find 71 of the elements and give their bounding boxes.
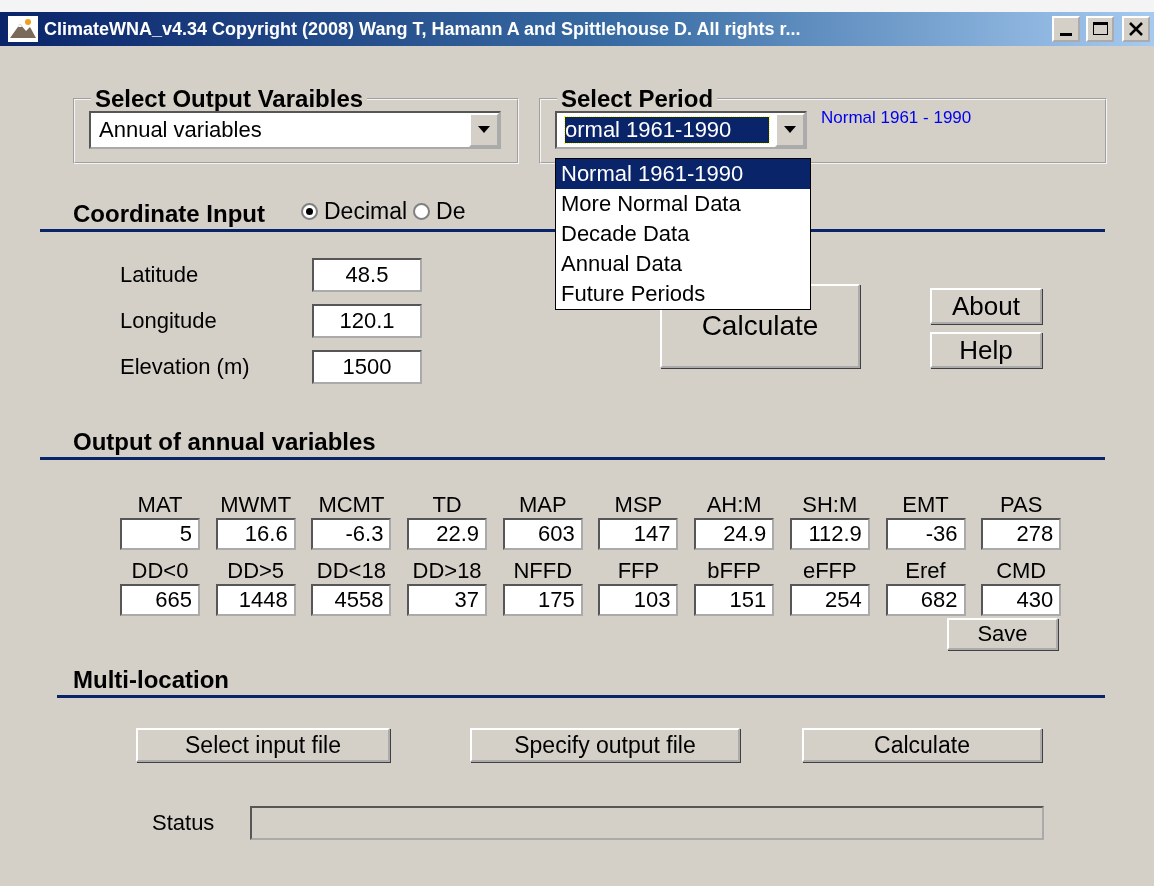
maximize-icon[interactable] xyxy=(1086,16,1114,42)
coordinate-field[interactable]: 120.1 xyxy=(312,304,422,338)
variable-label: TD xyxy=(432,492,462,518)
variable-label: bFFP xyxy=(707,558,761,584)
coordinate-field[interactable]: 1500 xyxy=(312,350,422,384)
section-heading: Multi-location xyxy=(72,666,229,694)
field-label: Longitude xyxy=(120,308,218,334)
variable-field[interactable]: 1448 xyxy=(215,584,296,616)
variable-field[interactable]: 22.9 xyxy=(407,518,488,550)
section-heading: Output of annual variables xyxy=(72,428,376,456)
variable-label: DD>5 xyxy=(227,558,285,584)
variable-field[interactable]: 24.9 xyxy=(694,518,775,550)
variable-field[interactable]: 665 xyxy=(120,584,200,616)
variable-field[interactable]: 278 xyxy=(981,518,1062,550)
variable-field[interactable]: 151 xyxy=(694,584,775,616)
section-heading: Coordinate Input xyxy=(72,200,265,228)
about-button[interactable]: About xyxy=(930,288,1042,324)
variable-field[interactable]: 430 xyxy=(981,584,1062,616)
variables-dropdown[interactable]: Annual variables xyxy=(89,111,501,149)
action-button[interactable]: Calculate xyxy=(802,728,1042,762)
variable-field[interactable]: 103 xyxy=(598,584,679,616)
action-button[interactable]: Select input file xyxy=(136,728,390,762)
variable-label: FFP xyxy=(617,558,660,584)
variable-field[interactable]: 603 xyxy=(502,518,583,550)
dropdown-option[interactable]: Normal 1961-1990 xyxy=(556,159,810,189)
variable-label: MWMT xyxy=(220,492,292,518)
variable-label: MSP xyxy=(614,492,663,518)
group-title: Select Period xyxy=(560,86,715,112)
window-title: ClimateWNA_v4.34 Copyright (2008) Wang T, Hamann A and Spittlehouse D. All rights r... xyxy=(44,18,802,40)
variable-label: PAS xyxy=(1000,492,1043,518)
variable-field[interactable]: -36 xyxy=(885,518,966,550)
variable-field[interactable]: 682 xyxy=(885,584,966,616)
variable-label: MAP xyxy=(518,492,567,518)
variable-field[interactable]: 4558 xyxy=(311,584,392,616)
variable-label: MAT xyxy=(137,492,183,518)
help-button[interactable]: Help xyxy=(930,332,1042,368)
status-field[interactable] xyxy=(250,806,1045,840)
variable-field[interactable]: -6.3 xyxy=(311,518,392,550)
close-icon[interactable] xyxy=(1122,16,1150,42)
variable-field[interactable]: 37 xyxy=(407,584,488,616)
variable-field[interactable]: 175 xyxy=(502,584,583,616)
radio-icon[interactable] xyxy=(413,203,431,220)
variable-label: eFFP xyxy=(802,558,857,584)
variable-label: Eref xyxy=(905,558,946,584)
variable-label: DD<18 xyxy=(316,558,386,584)
minimize-icon[interactable] xyxy=(1052,16,1080,42)
period-note: Normal 1961 - 1990 xyxy=(821,108,972,128)
variable-label: AH:M xyxy=(706,492,762,518)
variable-label: EMT xyxy=(902,492,949,518)
save-button[interactable]: Save xyxy=(947,618,1058,650)
variable-field[interactable]: 112.9 xyxy=(789,518,870,550)
action-button[interactable]: Specify output file xyxy=(470,728,740,762)
variable-label: MCMT xyxy=(318,492,385,518)
coordinate-field[interactable]: 48.5 xyxy=(312,258,422,292)
format-radio[interactable]: De xyxy=(413,198,466,225)
field-label: Latitude xyxy=(120,262,200,288)
format-radio[interactable]: Decimal xyxy=(301,198,408,225)
variable-label: DD>18 xyxy=(412,558,482,584)
field-label: Elevation (m) xyxy=(120,354,251,380)
variable-label: SH:M xyxy=(802,492,858,518)
variable-field[interactable]: 254 xyxy=(789,584,870,616)
variable-label: DD<0 xyxy=(131,558,189,584)
variable-field[interactable]: 147 xyxy=(598,518,679,550)
status-label: Status xyxy=(152,810,215,836)
radio-icon[interactable] xyxy=(301,203,318,220)
mountain-logo-icon xyxy=(8,16,38,42)
variable-field[interactable]: 16.6 xyxy=(215,518,296,550)
variable-label: CMD xyxy=(996,558,1047,584)
variable-label: NFFD xyxy=(513,558,573,584)
variable-field[interactable]: 5 xyxy=(120,518,200,550)
group-title: Select Output Varaibles xyxy=(94,86,365,112)
